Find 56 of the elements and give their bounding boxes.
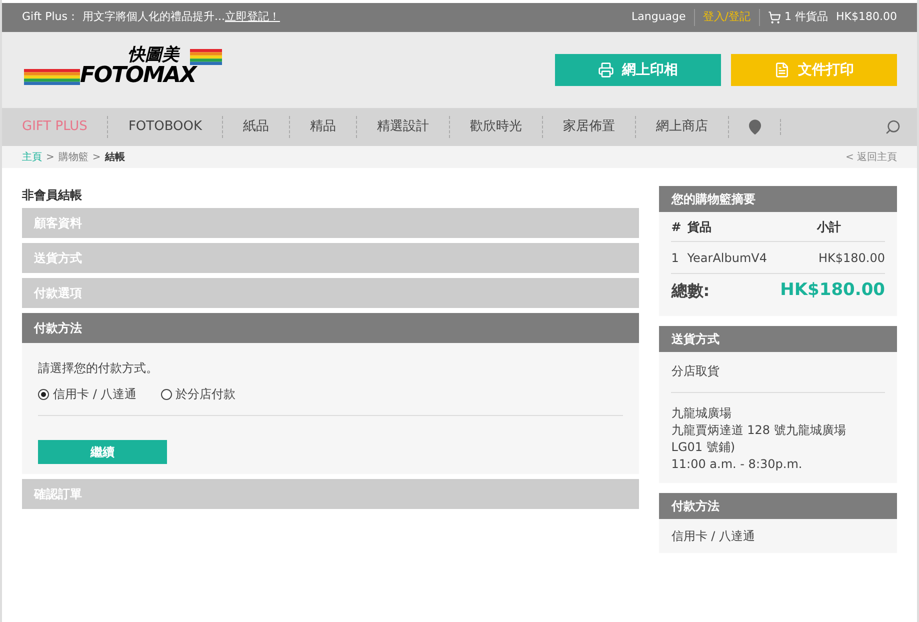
- header-button[interactable]: 網上印相: [555, 54, 721, 86]
- rainbow-flag-icon: [190, 49, 222, 65]
- payment-header: 付款方法: [659, 493, 897, 519]
- breadcrumb-item[interactable]: 購物籃: [58, 150, 88, 164]
- breadcrumb-separator: >: [92, 150, 101, 164]
- payment-prompt: 請選擇您的付款方式。: [38, 360, 159, 377]
- address-line: 11:00 a.m. - 8:30p.m.: [671, 456, 804, 473]
- printer-icon: [598, 62, 614, 78]
- nav-item[interactable]: FOTOBOOK: [108, 116, 224, 138]
- nav-item[interactable]: 精選設計: [357, 116, 450, 138]
- nav-item[interactable]: 網上商店: [636, 116, 730, 138]
- breadcrumb-separator: >: [46, 150, 54, 164]
- delivery-method: 分店取貨: [671, 362, 885, 393]
- fotomax-logo[interactable]: 快圖美 FOTOMAX: [22, 47, 222, 93]
- column-header: 小計: [817, 218, 842, 236]
- location-icon[interactable]: [746, 119, 763, 135]
- delivery-header: 送貨方式: [659, 326, 897, 352]
- radio-icon[interactable]: [160, 388, 172, 400]
- payment-method: 信用卡 / 八達通: [671, 528, 756, 545]
- promo-text: 用文字將個人化的禮品提升...: [82, 9, 225, 26]
- payment-option[interactable]: 信用卡 / 八達通: [38, 385, 137, 403]
- address-line: LG01 號鋪): [671, 439, 736, 456]
- column-header: #: [671, 218, 682, 236]
- back-home-link[interactable]: < 返回主頁: [845, 150, 897, 164]
- login-link[interactable]: 登入/登記: [694, 9, 760, 26]
- nav-item[interactable]: 家居佈置: [543, 116, 636, 138]
- logo-chinese: 快圖美: [128, 47, 179, 64]
- table-cell-text: HK$180.00: [818, 250, 885, 266]
- breadcrumb-item[interactable]: 結帳: [104, 150, 125, 164]
- cart-total: HK$180.00: [836, 9, 897, 26]
- cart-count: 1 件貨品: [784, 9, 828, 26]
- nav-item[interactable]: 歡欣時光: [450, 116, 544, 138]
- cart-icon[interactable]: [768, 11, 781, 24]
- document-icon: [774, 62, 790, 78]
- rainbow-stripes-icon: [24, 69, 80, 85]
- radio-icon[interactable]: [38, 388, 49, 400]
- continue-button[interactable]: 繼續: [38, 440, 167, 464]
- address-line: 九龍城廣場: [671, 405, 732, 422]
- register-link[interactable]: 立即登記！: [224, 9, 280, 26]
- step-header[interactable]: 付款方法: [22, 313, 640, 343]
- summary-header: 您的購物籃摘要: [659, 186, 897, 212]
- promo-label: Gift Plus：: [22, 9, 78, 26]
- payment-option[interactable]: 於分店付款: [160, 385, 236, 403]
- table-cell-text: YearAlbumV4: [687, 250, 768, 266]
- breadcrumb-item[interactable]: 主頁: [22, 150, 42, 164]
- nav-item[interactable]: 紙品: [223, 116, 290, 138]
- logo-text: FOTOMAX: [80, 65, 196, 87]
- column-header: 貨品: [687, 218, 712, 236]
- table-cell-text: 1: [671, 250, 680, 266]
- total-label: 總數:: [671, 280, 710, 302]
- language-link[interactable]: Language: [632, 9, 695, 26]
- nav-item[interactable]: 精品: [290, 116, 358, 138]
- checkout-title: 非會員結帳: [22, 187, 83, 204]
- search-icon[interactable]: [885, 119, 901, 135]
- total-amount: HK$180.00: [780, 279, 885, 302]
- address-line: 九龍賈炳達道 128 號九龍城廣場: [671, 422, 847, 439]
